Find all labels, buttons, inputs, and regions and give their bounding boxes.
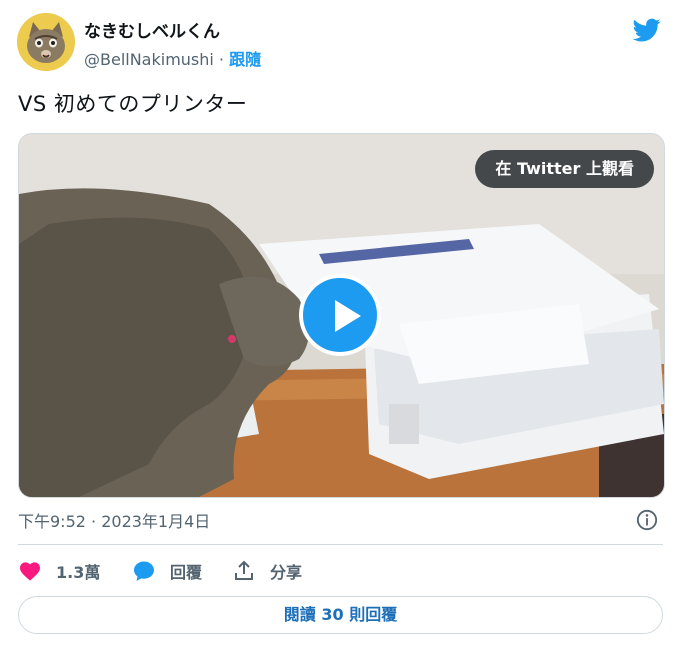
reply-bubble-icon: [134, 561, 154, 581]
follow-link[interactable]: 跟隨: [229, 50, 261, 69]
tweet-embed-card: なきむしベルくん @BellNakimushi · 跟隨 VS 初めてのプリンタ…: [0, 0, 681, 652]
tweet-timestamp[interactable]: 下午9:52 · 2023年1月4日: [18, 508, 210, 532]
tweet-text: VS 初めてのプリンター: [18, 92, 248, 116]
read-replies-button[interactable]: 閱讀 30 則回覆: [18, 596, 663, 634]
tweet-date: 2023年1月4日: [101, 512, 211, 531]
heart-icon: [20, 562, 40, 581]
play-icon: [335, 300, 361, 332]
share-button[interactable]: 分享: [232, 556, 302, 586]
watch-on-twitter-button[interactable]: 在 Twitter 上觀看: [475, 150, 654, 188]
divider: [18, 544, 663, 545]
user-handle[interactable]: @BellNakimushi: [84, 50, 214, 69]
display-name[interactable]: なきむしベルくん: [84, 17, 220, 42]
share-icon: [235, 560, 253, 580]
info-icon[interactable]: [636, 509, 658, 531]
handle-row: @BellNakimushi · 跟隨: [84, 46, 261, 70]
play-button[interactable]: [299, 274, 381, 356]
tweet-time: 下午9:52: [18, 512, 86, 531]
twitter-bird-icon[interactable]: [631, 16, 663, 44]
tweet-header: なきむしベルくん @BellNakimushi · 跟隨: [17, 13, 667, 73]
action-bar: 1.3萬 回覆 分享: [18, 556, 663, 586]
handle-separator: ·: [213, 50, 230, 69]
reply-label: 回覆: [170, 563, 203, 582]
reply-button[interactable]: 回覆: [132, 556, 202, 586]
share-label: 分享: [270, 563, 303, 582]
timestamp-separator: ·: [85, 512, 102, 531]
like-count: 1.3萬: [56, 563, 101, 582]
video-player[interactable]: 在 Twitter 上觀看: [18, 133, 665, 498]
like-button[interactable]: 1.3萬: [18, 556, 100, 586]
avatar[interactable]: [17, 13, 75, 71]
